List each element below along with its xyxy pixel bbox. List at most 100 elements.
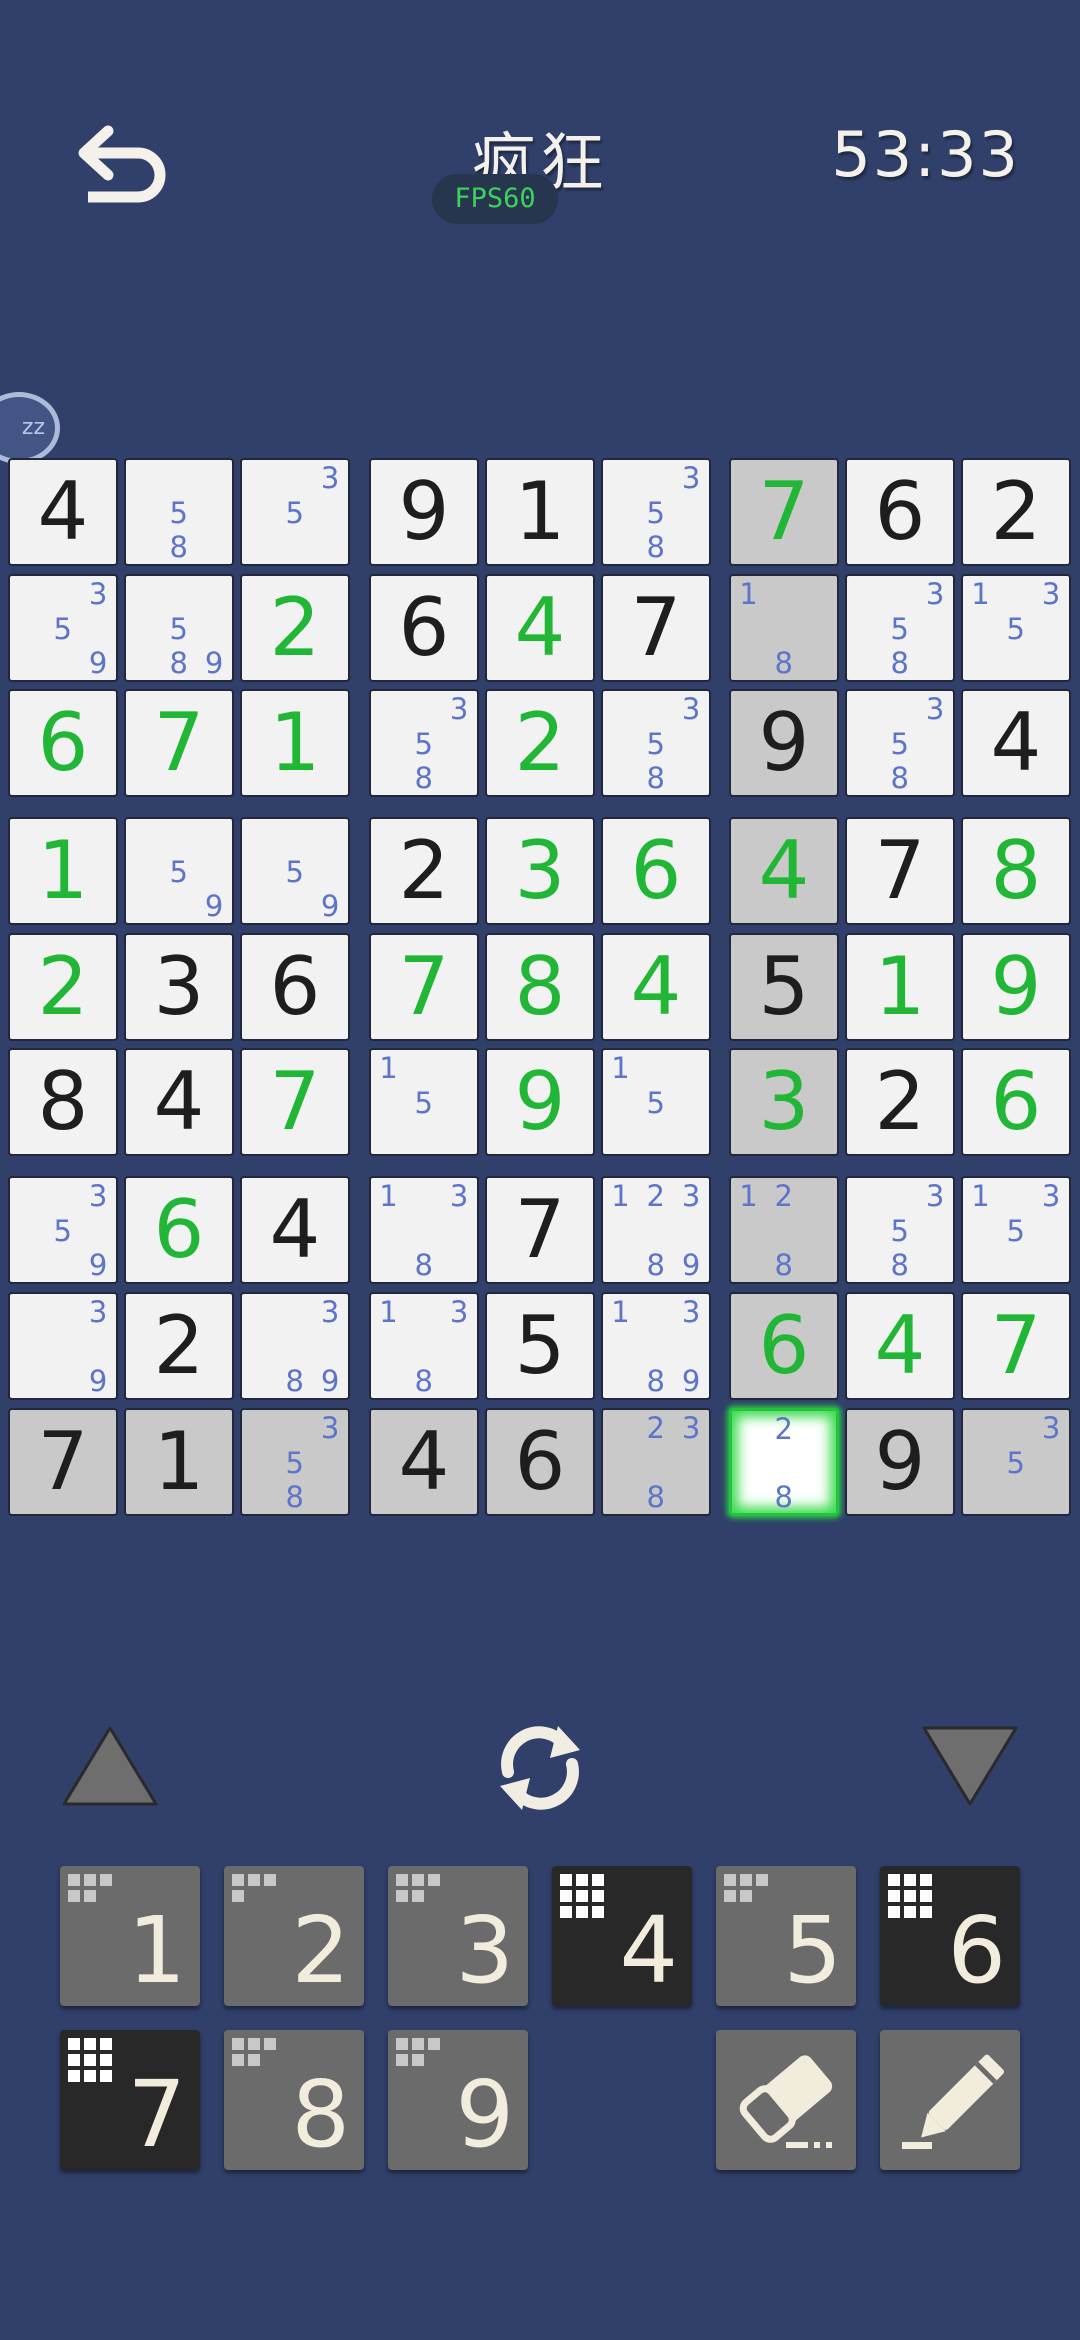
- sudoku-cell[interactable]: 123 89: [601, 1176, 711, 1284]
- sudoku-cell[interactable]: 4: [369, 1408, 479, 1516]
- sudoku-cell[interactable]: 7: [601, 574, 711, 682]
- number-key-7[interactable]: 7: [60, 2030, 200, 2170]
- number-key-6[interactable]: 6: [880, 1866, 1020, 2006]
- sudoku-cell[interactable]: 6: [601, 817, 711, 925]
- sudoku-cell[interactable]: 4: [601, 933, 711, 1041]
- sudoku-cell[interactable]: 8: [8, 1048, 118, 1156]
- sudoku-cell[interactable]: 35: [961, 1408, 1071, 1516]
- sudoku-cell[interactable]: 1: [485, 458, 595, 566]
- sudoku-cell[interactable]: 7: [369, 933, 479, 1041]
- sudoku-cell[interactable]: 2: [961, 458, 1071, 566]
- sudoku-cell[interactable]: 4: [729, 817, 839, 925]
- sudoku-cell[interactable]: 9: [961, 933, 1071, 1041]
- sudoku-cell[interactable]: 59: [124, 817, 234, 925]
- sudoku-cell[interactable]: 9: [485, 1048, 595, 1156]
- sudoku-cell[interactable]: 3: [124, 933, 234, 1041]
- given-digit: 4: [990, 696, 1042, 789]
- sudoku-cell[interactable]: 6: [124, 1176, 234, 1284]
- sudoku-cell[interactable]: 4: [845, 1292, 955, 1400]
- sudoku-cell[interactable]: 358: [369, 689, 479, 797]
- sudoku-cell[interactable]: 35: [240, 458, 350, 566]
- sudoku-cell[interactable]: 59: [240, 817, 350, 925]
- sudoku-cell[interactable]: 8: [961, 817, 1071, 925]
- number-key-1[interactable]: 1: [60, 1866, 200, 2006]
- sudoku-cell[interactable]: 1: [8, 817, 118, 925]
- sudoku-cell[interactable]: 9: [369, 458, 479, 566]
- sudoku-cell[interactable]: 5: [729, 933, 839, 1041]
- number-key-2[interactable]: 2: [224, 1866, 364, 2006]
- sudoku-cell[interactable]: 6: [845, 458, 955, 566]
- given-digit: 1: [153, 1415, 205, 1508]
- sudoku-cell[interactable]: 358: [845, 1176, 955, 1284]
- entered-digit: 4: [630, 940, 682, 1033]
- sudoku-cell[interactable]: 3: [485, 817, 595, 925]
- sudoku-cell[interactable]: 9: [729, 689, 839, 797]
- sudoku-cell[interactable]: 2: [485, 689, 595, 797]
- sudoku-cell[interactable]: 7: [8, 1408, 118, 1516]
- sudoku-cell[interactable]: 3 89: [240, 1292, 350, 1400]
- sudoku-cell[interactable]: 2: [845, 1048, 955, 1156]
- sudoku-cell[interactable]: 15: [601, 1048, 711, 1156]
- sudoku-cell[interactable]: 2: [369, 817, 479, 925]
- sudoku-cell[interactable]: 6: [240, 933, 350, 1041]
- sudoku-cell[interactable]: 1: [845, 933, 955, 1041]
- sudoku-cell[interactable]: 7: [485, 1176, 595, 1284]
- sudoku-cell[interactable]: 18: [729, 574, 839, 682]
- sudoku-cell[interactable]: 589: [124, 574, 234, 682]
- sudoku-cell[interactable]: 1: [124, 1408, 234, 1516]
- sudoku-cell[interactable]: 3: [729, 1048, 839, 1156]
- sudoku-cell[interactable]: 7: [240, 1048, 350, 1156]
- sudoku-cell[interactable]: 358: [601, 689, 711, 797]
- sudoku-cell[interactable]: 6: [729, 1292, 839, 1400]
- sudoku-cell[interactable]: 6: [961, 1048, 1071, 1156]
- sudoku-cell[interactable]: 7: [845, 817, 955, 925]
- sudoku-cell[interactable]: 7: [961, 1292, 1071, 1400]
- sudoku-cell[interactable]: 7: [124, 689, 234, 797]
- rotate-button[interactable]: [488, 1720, 592, 1816]
- selected-cell[interactable]: 28: [729, 1408, 839, 1516]
- sudoku-cell[interactable]: 1 35: [961, 1176, 1071, 1284]
- sudoku-cell[interactable]: 12 8: [729, 1176, 839, 1284]
- sudoku-cell[interactable]: 358: [845, 574, 955, 682]
- number-key-5[interactable]: 5: [716, 1866, 856, 2006]
- number-key-4[interactable]: 4: [552, 1866, 692, 2006]
- sudoku-cell[interactable]: 1 3 8: [369, 1292, 479, 1400]
- scroll-down-button[interactable]: [918, 1722, 1022, 1810]
- sudoku-cell[interactable]: 1 3 8: [369, 1176, 479, 1284]
- number-key-9[interactable]: 9: [388, 2030, 528, 2170]
- given-digit: 5: [514, 1299, 566, 1392]
- number-key-8[interactable]: 8: [224, 2030, 364, 2170]
- eraser-button[interactable]: [716, 2030, 856, 2170]
- pencil-notes-button[interactable]: [880, 2030, 1020, 2170]
- sudoku-cell[interactable]: 358: [240, 1408, 350, 1516]
- sudoku-cell[interactable]: 6: [8, 689, 118, 797]
- sudoku-cell[interactable]: 8: [485, 933, 595, 1041]
- sudoku-cell[interactable]: 1: [240, 689, 350, 797]
- sudoku-cell[interactable]: 4: [485, 574, 595, 682]
- sudoku-cell[interactable]: 2: [8, 933, 118, 1041]
- sudoku-cell[interactable]: 15: [369, 1048, 479, 1156]
- sudoku-cell[interactable]: 359: [8, 574, 118, 682]
- scroll-up-button[interactable]: [58, 1722, 162, 1810]
- sudoku-cell[interactable]: 23 8: [601, 1408, 711, 1516]
- sudoku-cell[interactable]: 2: [124, 1292, 234, 1400]
- sudoku-cell[interactable]: 4: [961, 689, 1071, 797]
- sudoku-cell[interactable]: 5: [485, 1292, 595, 1400]
- sudoku-cell[interactable]: 9: [845, 1408, 955, 1516]
- pencil-note: 3: [449, 1179, 469, 1213]
- sudoku-cell[interactable]: 58: [124, 458, 234, 566]
- sudoku-cell[interactable]: 4: [124, 1048, 234, 1156]
- sudoku-cell[interactable]: 6: [485, 1408, 595, 1516]
- sudoku-cell[interactable]: 358: [601, 458, 711, 566]
- sudoku-cell[interactable]: 359: [8, 1176, 118, 1284]
- sudoku-cell[interactable]: 7: [729, 458, 839, 566]
- number-key-3[interactable]: 3: [388, 1866, 528, 2006]
- sudoku-cell[interactable]: 6: [369, 574, 479, 682]
- sudoku-cell[interactable]: 39: [8, 1292, 118, 1400]
- sudoku-cell[interactable]: 1 35: [961, 574, 1071, 682]
- sudoku-cell[interactable]: 4: [8, 458, 118, 566]
- sudoku-cell[interactable]: 2: [240, 574, 350, 682]
- sudoku-cell[interactable]: 4: [240, 1176, 350, 1284]
- sudoku-cell[interactable]: 1 3 89: [601, 1292, 711, 1400]
- sudoku-cell[interactable]: 358: [845, 689, 955, 797]
